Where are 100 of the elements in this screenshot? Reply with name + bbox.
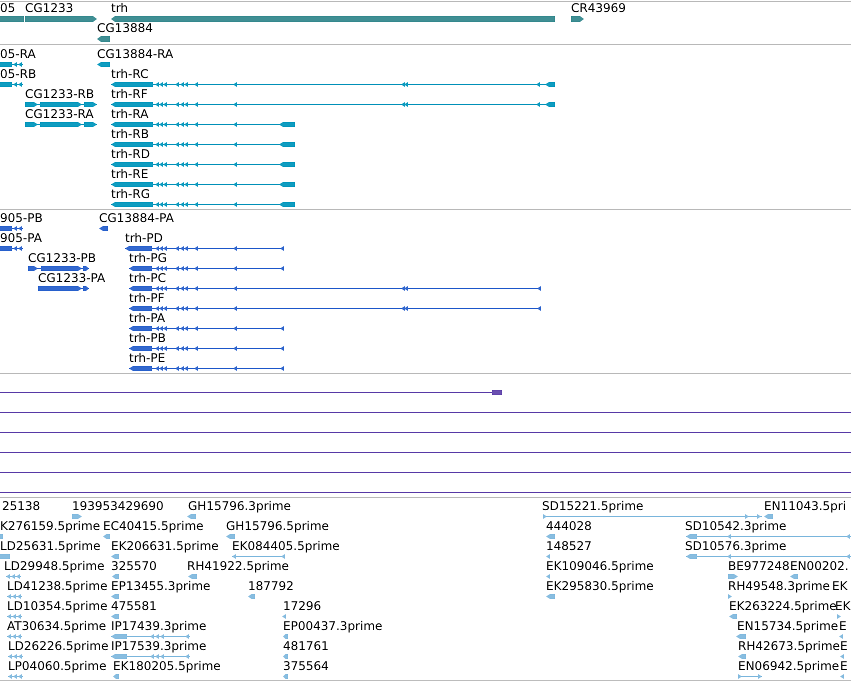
est-glyph[interactable]: [7, 634, 22, 639]
est-label: 481761: [283, 639, 329, 653]
est-glyph[interactable]: [111, 614, 119, 619]
transcript-glyph[interactable]: [111, 82, 555, 87]
protein-glyph[interactable]: [129, 306, 541, 311]
est-label: 193953429690: [72, 499, 164, 513]
est-label: 444028: [546, 519, 592, 533]
est-glyph[interactable]: [7, 614, 22, 619]
transcript-label: trh-RA: [111, 107, 148, 121]
est-glyph[interactable]: [686, 554, 851, 559]
transcript-glyph[interactable]: [111, 162, 295, 167]
protein-glyph[interactable]: [125, 246, 284, 251]
transcript-glyph[interactable]: [111, 122, 295, 127]
est-label: LD26226.5prime: [8, 639, 109, 653]
est-glyph[interactable]: [283, 654, 288, 659]
est-label: GH15796.5prime: [226, 519, 329, 533]
est-glyph[interactable]: [103, 534, 110, 539]
est-glyph[interactable]: [728, 574, 738, 579]
est-glyph[interactable]: [111, 634, 190, 639]
gene-bar[interactable]: [97, 36, 110, 42]
est-glyph[interactable]: [113, 674, 119, 679]
feature-line[interactable]: [0, 390, 503, 395]
est-glyph[interactable]: [728, 594, 732, 599]
protein-glyph[interactable]: [0, 246, 23, 251]
protein-glyph[interactable]: [129, 326, 284, 331]
est-glyph[interactable]: [187, 514, 196, 519]
est-glyph[interactable]: [546, 554, 550, 559]
gene-bar[interactable]: [25, 16, 97, 22]
est-glyph[interactable]: [738, 674, 762, 679]
est-label: IP17439.3prime: [111, 619, 206, 633]
est-glyph[interactable]: [72, 514, 82, 519]
transcript-glyph[interactable]: [111, 102, 555, 107]
est-glyph[interactable]: [764, 514, 773, 519]
protein-glyph[interactable]: [129, 366, 284, 371]
protein-label: trh-PE: [129, 351, 166, 365]
transcript-glyph[interactable]: [111, 142, 295, 147]
est-label: LD25631.5prime: [0, 539, 101, 553]
est-glyph[interactable]: [543, 514, 762, 519]
est-glyph[interactable]: [840, 654, 844, 659]
est-label: EK: [832, 579, 848, 593]
transcript-glyph[interactable]: [25, 102, 97, 107]
est-glyph[interactable]: [0, 554, 10, 559]
est-glyph[interactable]: [546, 574, 550, 579]
transcript-glyph[interactable]: [0, 62, 23, 67]
est-glyph[interactable]: [248, 594, 255, 599]
transcript-label: trh-RC: [111, 67, 148, 81]
protein-glyph[interactable]: [99, 226, 108, 231]
est-glyph[interactable]: [546, 594, 555, 599]
est-glyph[interactable]: [729, 614, 737, 619]
protein-glyph[interactable]: [0, 226, 23, 231]
est-label: RH42673.5prime: [738, 639, 840, 653]
transcript-glyph[interactable]: [97, 62, 110, 67]
est-label: EK295830.5prime: [546, 579, 654, 593]
protein-glyph[interactable]: [28, 266, 89, 271]
protein-label: CG13884-PA: [99, 211, 174, 225]
transcript-glyph[interactable]: [0, 82, 23, 87]
est-label: AT30634.5prime: [7, 619, 106, 633]
protein-glyph[interactable]: [129, 286, 541, 291]
est-glyph[interactable]: [686, 534, 851, 539]
est-label: SD15221.5prime: [542, 499, 644, 513]
transcript-glyph[interactable]: [25, 122, 97, 127]
est-label: GH15796.3prime: [188, 499, 291, 513]
gene-label: CG1233: [25, 1, 74, 15]
protein-glyph[interactable]: [129, 266, 284, 271]
gene-bar[interactable]: [571, 16, 584, 22]
est-glyph[interactable]: [8, 674, 23, 679]
est-label: K276159.5prime: [0, 519, 100, 533]
est-glyph[interactable]: [736, 634, 746, 639]
est-label: EP00437.3prime: [283, 619, 382, 633]
est-label: BE977248: [728, 559, 790, 573]
est-glyph[interactable]: [6, 574, 21, 579]
est-glyph[interactable]: [790, 574, 798, 579]
est-glyph[interactable]: [232, 554, 285, 559]
est-glyph[interactable]: [839, 634, 843, 639]
est-glyph[interactable]: [111, 594, 119, 599]
est-glyph[interactable]: [837, 614, 841, 619]
est-glyph[interactable]: [546, 534, 555, 539]
gene-label: trh: [111, 1, 128, 15]
transcript-label: 05-RB: [0, 67, 36, 81]
est-glyph[interactable]: [111, 554, 119, 559]
est-label: 187792: [248, 579, 294, 593]
est-glyph[interactable]: [0, 534, 3, 539]
est-glyph[interactable]: [111, 654, 190, 659]
est-glyph[interactable]: [8, 654, 23, 659]
protein-glyph[interactable]: [38, 286, 89, 291]
est-glyph[interactable]: [226, 534, 235, 539]
est-glyph[interactable]: [188, 574, 197, 579]
est-label: 375564: [283, 659, 329, 673]
transcript-glyph[interactable]: [111, 202, 295, 207]
est-glyph[interactable]: [738, 654, 746, 659]
transcript-glyph[interactable]: [111, 182, 295, 187]
est-glyph[interactable]: [283, 634, 288, 639]
est-glyph[interactable]: [840, 674, 844, 679]
est-label: 25138: [2, 499, 40, 513]
est-glyph[interactable]: [112, 574, 119, 579]
est-glyph[interactable]: [283, 674, 288, 679]
est-label: E: [840, 639, 848, 653]
est-glyph[interactable]: [282, 614, 286, 619]
est-glyph[interactable]: [7, 594, 22, 599]
protein-glyph[interactable]: [129, 346, 284, 351]
